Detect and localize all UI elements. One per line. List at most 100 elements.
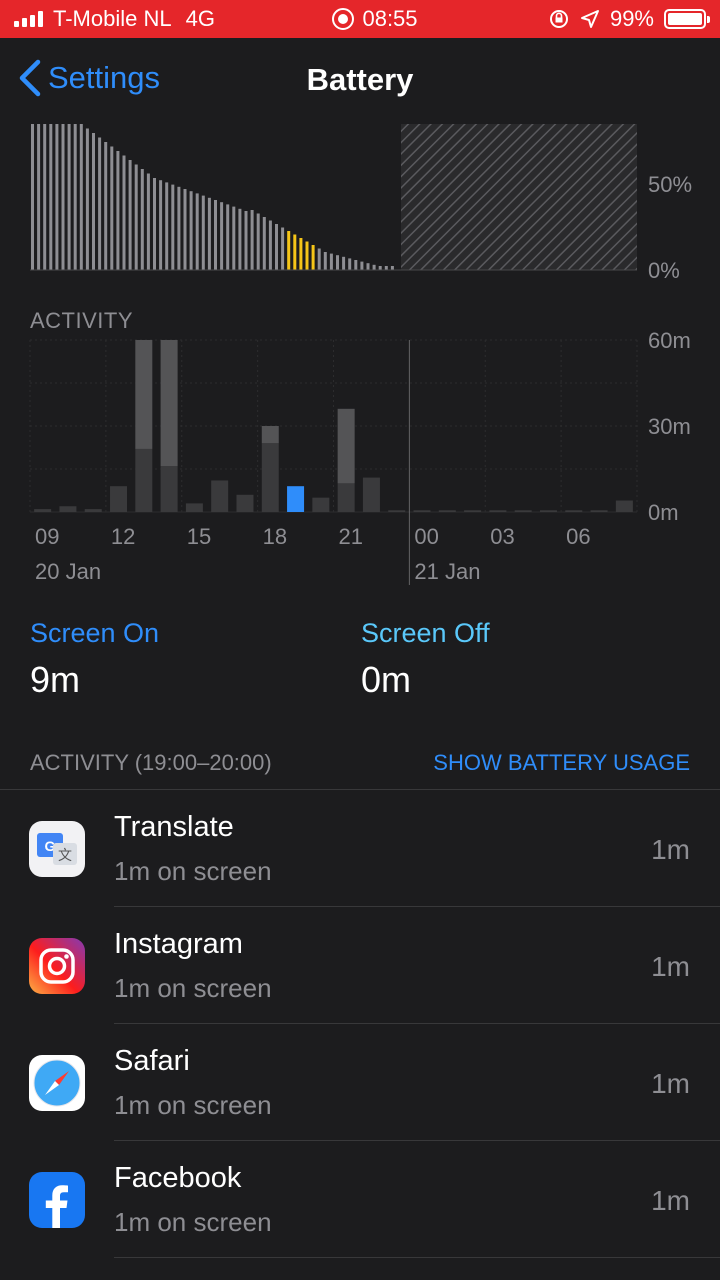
x-tick-label: 00 — [414, 524, 438, 549]
level-bar — [207, 197, 211, 270]
level-bar — [244, 211, 248, 270]
activity-bar-screen-on[interactable] — [489, 510, 507, 512]
activity-bar-screen-on[interactable] — [59, 506, 77, 512]
facebook-icon — [29, 1172, 85, 1228]
status-right: 99% — [548, 0, 710, 38]
level-bar — [281, 227, 285, 270]
screen-on-value: 9m — [30, 659, 81, 700]
activity-bar-screen-on[interactable] — [438, 510, 456, 512]
level-bar — [116, 151, 120, 270]
activity-bar-screen-on[interactable] — [514, 510, 532, 512]
activity-bar-screen-on[interactable] — [539, 510, 557, 512]
activity-bar-screen-on[interactable] — [110, 486, 128, 512]
level-bar — [348, 258, 352, 270]
activity-bar-screen-on[interactable] — [34, 509, 52, 512]
app-name: Safari — [114, 1045, 190, 1077]
activity-bar-screen-on[interactable] — [312, 497, 330, 512]
activity-bar-screen-on[interactable] — [388, 510, 406, 512]
level-bar — [323, 252, 327, 270]
activity-bar-screen-off[interactable] — [261, 426, 279, 444]
activity-bar-screen-on[interactable] — [615, 500, 633, 512]
level-y-label-50: 50% — [648, 172, 693, 197]
list-item-translate[interactable]: G 文 Translate 1m on screen 1m — [0, 790, 720, 907]
activity-bar-screen-on[interactable] — [185, 503, 203, 512]
location-arrow-icon — [580, 10, 599, 28]
charging-level-bar — [293, 234, 297, 270]
activity-bar-screen-on[interactable] — [413, 510, 431, 512]
carrier-name: T-Mobile NL — [53, 6, 172, 31]
level-bar — [67, 124, 71, 270]
y-tick-label: 60m — [648, 330, 691, 353]
x-tick-label: 09 — [35, 524, 59, 549]
activity-bar-screen-on[interactable] — [362, 477, 380, 512]
battery-icon — [664, 9, 710, 29]
battery-level-chart: 50% 0% — [0, 124, 720, 284]
activity-bar-screen-on[interactable] — [565, 510, 583, 512]
level-bar — [43, 124, 47, 270]
level-bar — [342, 256, 346, 270]
level-bar — [171, 184, 175, 270]
translate-icon: G 文 — [29, 821, 85, 877]
activity-bar-screen-on[interactable] — [236, 494, 254, 512]
activity-bar-screen-off[interactable] — [160, 340, 178, 467]
show-battery-usage-button[interactable]: SHOW BATTERY USAGE — [433, 750, 690, 776]
instagram-icon — [29, 938, 85, 994]
level-bar — [110, 146, 114, 270]
app-name: Facebook — [114, 1162, 242, 1194]
navigation-bar: Settings Battery — [0, 38, 720, 126]
app-usage-detail: 1m on screen — [114, 1090, 272, 1120]
level-bar — [336, 255, 339, 270]
level-bar — [220, 202, 224, 270]
charging-level-bar — [299, 238, 303, 270]
network-type: 4G — [185, 6, 215, 31]
level-bar — [372, 264, 376, 270]
level-bar — [189, 191, 193, 270]
list-item-safari[interactable]: Safari 1m on screen 1m — [0, 1024, 720, 1141]
level-bar — [183, 189, 187, 270]
activity-bar-screen-on[interactable] — [211, 480, 229, 512]
activity-chart[interactable]: 09 12 15 18 21 00 03 06 20 Jan 21 Jan 60m 30m 0m — [0, 328, 720, 590]
level-bar — [140, 169, 144, 270]
level-bar — [360, 261, 364, 270]
level-bar — [390, 266, 394, 270]
level-bar — [177, 186, 181, 270]
activity-bar-screen-off[interactable] — [135, 340, 153, 449]
level-bar — [37, 124, 41, 270]
activity-bar-screen-on[interactable] — [135, 448, 153, 512]
level-bar — [134, 164, 138, 270]
safari-icon — [29, 1055, 85, 1111]
level-bar — [378, 266, 382, 270]
x-tick-label: 03 — [490, 524, 514, 549]
level-bar — [256, 213, 260, 270]
charging-level-bar — [287, 231, 291, 270]
activity-bar-selected[interactable] — [287, 486, 305, 512]
activity-bar-screen-on[interactable] — [590, 510, 608, 512]
app-name: Translate — [114, 811, 234, 843]
level-bar — [79, 124, 83, 270]
level-bar — [262, 217, 266, 270]
app-usage-detail: 1m on screen — [114, 973, 272, 1003]
activity-bar-screen-on[interactable] — [261, 443, 279, 512]
activity-bar-screen-off[interactable] — [337, 408, 355, 484]
app-usage-detail: 1m on screen — [114, 856, 272, 886]
level-bar — [159, 180, 163, 270]
activity-bar-screen-on[interactable] — [84, 509, 102, 512]
activity-bar-screen-on[interactable] — [337, 483, 355, 512]
page-title: Battery — [306, 62, 414, 97]
activity-bar-screen-on[interactable] — [464, 510, 482, 512]
level-bar — [31, 124, 34, 270]
list-item-facebook[interactable]: Facebook 1m on screen 1m — [0, 1141, 720, 1258]
level-bar — [250, 210, 254, 270]
level-bar — [153, 178, 156, 270]
y-tick-label: 30m — [648, 414, 691, 439]
x-tick-label: 12 — [111, 524, 135, 549]
activity-graph[interactable]: 09 12 15 18 21 00 03 06 20 Jan 21 Jan 60m 30m 0m — [0, 328, 720, 590]
list-item-instagram[interactable]: Instagram 1m on screen 1m — [0, 907, 720, 1024]
level-bar — [232, 206, 236, 270]
date-label: 20 Jan — [35, 559, 101, 584]
level-bar — [146, 173, 150, 270]
svg-text:文: 文 — [58, 848, 72, 864]
level-bar — [92, 133, 95, 270]
activity-bar-screen-on[interactable] — [160, 466, 178, 512]
level-bar — [268, 220, 272, 270]
